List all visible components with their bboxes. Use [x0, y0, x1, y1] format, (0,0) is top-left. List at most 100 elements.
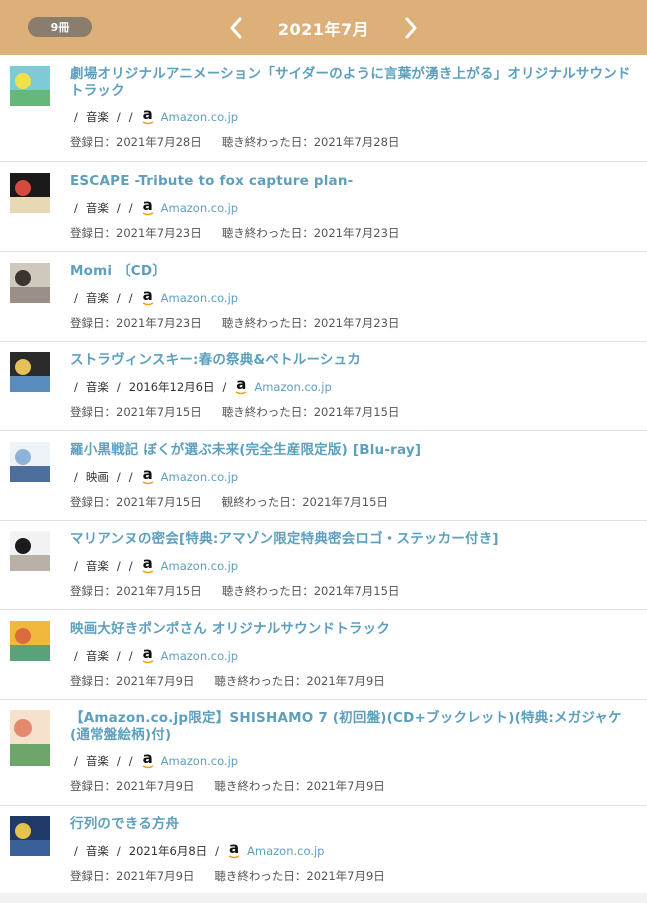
registered-date: 登録日：2021年7月15日	[70, 584, 202, 598]
registered-date: 登録日：2021年7月9日	[70, 779, 195, 793]
cover-thumbnail[interactable]	[10, 173, 50, 213]
category-label: 音楽	[85, 201, 109, 215]
registered-date: 登録日：2021年7月23日	[70, 316, 202, 330]
item-meta: / 音楽 / / a Amazon.co.jp	[74, 748, 239, 768]
amazon-link[interactable]: Amazon.co.jp	[254, 380, 331, 394]
amazon-link[interactable]: Amazon.co.jp	[161, 754, 238, 768]
chevron-left-icon[interactable]	[224, 13, 248, 43]
item-meta: / 映画 / / a Amazon.co.jp	[74, 464, 239, 484]
finished-date: 聴き終わった日：2021年7月9日	[214, 779, 385, 793]
item-title[interactable]: 劇場オリジナルアニメーション「サイダーのように言葉が湧き上がる」オリジナルサウン…	[70, 66, 637, 100]
release-date: 2016年12月6日	[128, 380, 215, 394]
list-item: 【Amazon.co.jp限定】SHISHAMO 7 (初回盤)(CD+ブックレ…	[0, 700, 647, 806]
category-label: 音楽	[85, 380, 109, 394]
category-label: 音楽	[85, 844, 109, 858]
item-title[interactable]: ストラヴィンスキー:春の祭典&ペトルーシュカ	[70, 352, 637, 369]
item-meta: / 音楽 / / a Amazon.co.jp	[74, 104, 239, 124]
release-date: 2021年6月8日	[128, 844, 208, 858]
amazon-link[interactable]: Amazon.co.jp	[161, 559, 238, 573]
registered-date: 登録日：2021年7月15日	[70, 495, 202, 509]
cover-thumbnail[interactable]	[10, 352, 50, 392]
amazon-icon: a	[142, 285, 154, 305]
list-item: 行列のできる方舟 / 音楽 / 2021年6月8日 / a Amazon.co.…	[0, 806, 647, 895]
amazon-icon: a	[142, 643, 154, 663]
finished-date: 聴き終わった日：2021年7月9日	[214, 869, 385, 883]
registered-date: 登録日：2021年7月15日	[70, 405, 202, 419]
category-label: 音楽	[85, 110, 109, 124]
item-meta: / 音楽 / 2021年6月8日 / a Amazon.co.jp	[74, 838, 325, 858]
item-meta: / 音楽 / / a Amazon.co.jp	[74, 195, 239, 215]
thumb-shape	[15, 73, 31, 89]
category-label: 映画	[85, 470, 109, 484]
item-dates: 登録日：2021年7月9日 聴き終わった日：2021年7月9日	[70, 776, 637, 796]
item-title[interactable]: 映画大好きポンポさん オリジナルサウンドトラック	[70, 621, 637, 638]
list-item: 羅小黒戦記 ぼくが選ぶ未来(完全生産限定版) [Blu-ray] / 映画 / …	[0, 431, 647, 521]
item-dates: 登録日：2021年7月9日 聴き終わった日：2021年7月9日	[70, 671, 637, 691]
item-title[interactable]: 羅小黒戦記 ぼくが選ぶ未来(完全生産限定版) [Blu-ray]	[70, 442, 637, 459]
amazon-link[interactable]: Amazon.co.jp	[161, 110, 238, 124]
page-bottom-edge	[0, 893, 647, 903]
cover-thumbnail[interactable]	[10, 621, 50, 661]
list-item: Momi 〔CD〕 / 音楽 / / a Amazon.co.jp 登録日：20…	[0, 252, 647, 342]
registered-date: 登録日：2021年7月23日	[70, 226, 202, 240]
item-dates: 登録日：2021年7月15日 観終わった日：2021年7月15日	[70, 492, 637, 512]
item-dates: 登録日：2021年7月23日 聴き終わった日：2021年7月23日	[70, 313, 637, 333]
item-title[interactable]: マリアンヌの密会[特典:アマゾン限定特典密会ロゴ・ステッカー付き]	[70, 531, 637, 548]
amazon-link[interactable]: Amazon.co.jp	[247, 844, 324, 858]
cover-thumbnail[interactable]	[10, 710, 50, 766]
thumb-shape	[14, 719, 32, 737]
list-item: ESCAPE -Tribute to fox capture plan- / 音…	[0, 162, 647, 252]
thumb-band	[10, 90, 50, 106]
item-meta: / 音楽 / / a Amazon.co.jp	[74, 285, 239, 305]
amazon-link[interactable]: Amazon.co.jp	[161, 470, 238, 484]
cover-thumbnail[interactable]	[10, 442, 50, 482]
finished-date: 聴き終わった日：2021年7月28日	[221, 135, 400, 149]
thumb-shape	[15, 180, 31, 196]
item-dates: 登録日：2021年7月28日 聴き終わった日：2021年7月28日	[70, 132, 637, 152]
thumb-band	[10, 744, 50, 766]
list-item: ストラヴィンスキー:春の祭典&ペトルーシュカ / 音楽 / 2016年12月6日…	[0, 342, 647, 431]
thumb-shape	[15, 270, 31, 286]
amazon-link[interactable]: Amazon.co.jp	[161, 201, 238, 215]
item-title[interactable]: ESCAPE -Tribute to fox capture plan-	[70, 173, 637, 190]
cover-thumbnail[interactable]	[10, 66, 50, 106]
cover-thumbnail[interactable]	[10, 531, 50, 571]
category-label: 音楽	[85, 649, 109, 663]
thumb-band	[10, 376, 50, 392]
item-title[interactable]: 行列のできる方舟	[70, 816, 637, 833]
amazon-link[interactable]: Amazon.co.jp	[161, 649, 238, 663]
category-label: 音楽	[85, 754, 109, 768]
chevron-right-icon[interactable]	[399, 13, 423, 43]
count-badge: 9冊	[28, 17, 92, 37]
finished-date: 聴き終わった日：2021年7月23日	[221, 316, 400, 330]
registered-date: 登録日：2021年7月9日	[70, 869, 195, 883]
list-item: マリアンヌの密会[特典:アマゾン限定特典密会ロゴ・ステッカー付き] / 音楽 /…	[0, 521, 647, 610]
amazon-link[interactable]: Amazon.co.jp	[161, 291, 238, 305]
item-title[interactable]: 【Amazon.co.jp限定】SHISHAMO 7 (初回盤)(CD+ブックレ…	[70, 710, 637, 744]
item-dates: 登録日：2021年7月15日 聴き終わった日：2021年7月15日	[70, 402, 637, 422]
item-meta: / 音楽 / / a Amazon.co.jp	[74, 553, 239, 573]
thumb-band	[10, 555, 50, 571]
amazon-icon: a	[142, 195, 154, 215]
cover-thumbnail[interactable]	[10, 816, 50, 856]
thumb-band	[10, 840, 50, 856]
finished-date: 聴き終わった日：2021年7月15日	[221, 584, 400, 598]
thumb-shape	[15, 823, 31, 839]
amazon-icon: a	[142, 104, 154, 124]
item-list: 劇場オリジナルアニメーション「サイダーのように言葉が湧き上がる」オリジナルサウン…	[0, 55, 647, 895]
amazon-icon: a	[142, 553, 154, 573]
thumb-shape	[15, 359, 31, 375]
thumb-band	[10, 645, 50, 661]
amazon-icon: a	[142, 748, 154, 768]
item-dates: 登録日：2021年7月9日 聴き終わった日：2021年7月9日	[70, 866, 637, 886]
finished-date: 観終わった日：2021年7月15日	[221, 495, 388, 509]
cover-thumbnail[interactable]	[10, 263, 50, 303]
amazon-icon: a	[142, 464, 154, 484]
month-navigation: 2021年7月	[224, 13, 423, 43]
category-label: 音楽	[85, 559, 109, 573]
finished-date: 聴き終わった日：2021年7月15日	[221, 405, 400, 419]
finished-date: 聴き終わった日：2021年7月23日	[221, 226, 400, 240]
item-title[interactable]: Momi 〔CD〕	[70, 263, 637, 280]
amazon-icon: a	[235, 374, 247, 394]
thumb-band	[10, 466, 50, 482]
